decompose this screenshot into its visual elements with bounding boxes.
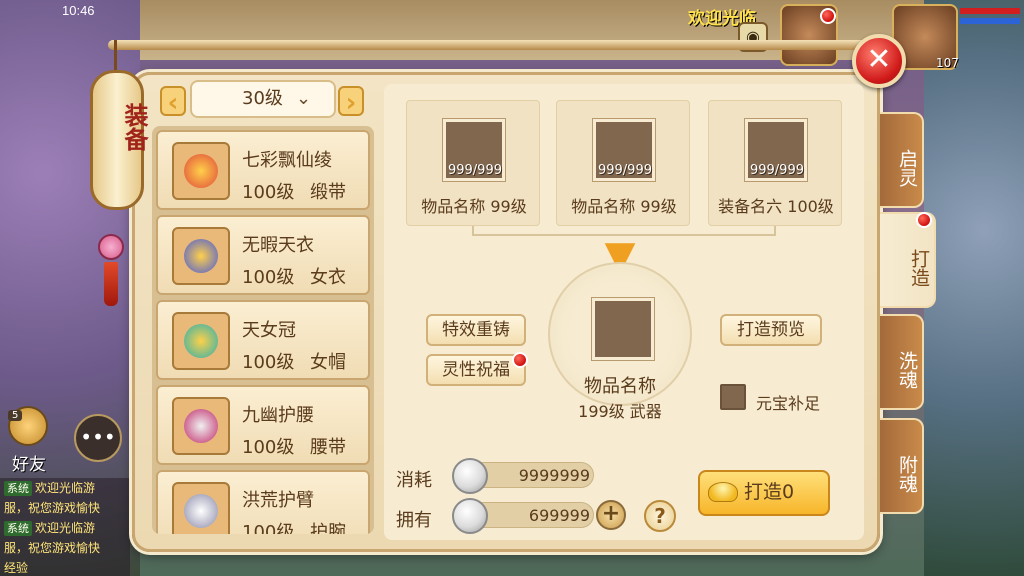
result-subtitle: 199级 武器 [578, 402, 662, 421]
equipment-icon [172, 142, 230, 200]
item-name: 洪荒护臂 [242, 490, 314, 511]
item-level: 100级 [242, 182, 295, 203]
item-type: 护腕 [310, 522, 346, 534]
friends-count: 5 [8, 410, 23, 421]
chat-line: 系统 欢迎光临游 [0, 518, 130, 538]
item-level: 100级 [242, 267, 295, 288]
help-button[interactable]: ? [644, 500, 676, 532]
game-scene-right [924, 0, 1024, 576]
equipment-list-item[interactable]: 洪荒护臂 100级 护腕 [156, 470, 370, 534]
chevron-down-icon: ⌄ [296, 88, 312, 109]
panel-title: 装备 [120, 103, 148, 151]
item-level: 100级 [242, 522, 295, 534]
item-type: 缎带 [310, 182, 346, 203]
tassel-knot-icon [98, 234, 124, 260]
chat-line: 服，祝您游戏愉快 [4, 501, 101, 515]
tassel-icon [104, 262, 118, 306]
material-slot[interactable]: 999/999 装备名六 100级 [708, 100, 842, 226]
item-name: 无暇天衣 [242, 235, 314, 256]
silver-coin-icon [452, 458, 488, 494]
consume-value: 9999999 [518, 466, 590, 485]
yuanbao-label: 元宝补足 [756, 394, 821, 413]
equipment-icon [172, 397, 230, 455]
silver-coin-icon [452, 498, 488, 534]
status-time: 10:46 [62, 3, 95, 18]
equipment-list[interactable]: 七彩飘仙绫 100级 缎带 无暇天衣 100级 女衣 天女冠 100级 女帽 九… [152, 126, 374, 534]
equipment-list-item[interactable]: 无暇天衣 100级 女衣 [156, 215, 370, 295]
item-name: 七彩飘仙绫 [242, 150, 332, 171]
item-type: 女帽 [310, 352, 346, 373]
material-count: 999/999 [749, 163, 804, 178]
chat-log[interactable]: 系统 欢迎光临游 服，祝您游戏愉快 系统 欢迎光临游 服，祝您游戏愉快 经验 [0, 478, 130, 576]
result-slot[interactable] [591, 297, 655, 361]
tab-wash-soul[interactable]: 洗魂 [880, 314, 924, 410]
result-name: 物品名称 [584, 376, 656, 397]
notification-dot [820, 8, 836, 24]
material-slot[interactable]: 999/999 物品名称 99级 [556, 100, 690, 226]
consume-label: 消耗 [396, 470, 432, 491]
equipment-list-item[interactable]: 天女冠 100级 女帽 [156, 300, 370, 380]
equipment-icon [172, 227, 230, 285]
lantern-rope [114, 40, 117, 74]
equipment-icon [172, 482, 230, 534]
item-name: 九幽护腰 [242, 405, 314, 426]
item-level: 100级 [242, 437, 295, 458]
equipment-list-item[interactable]: 七彩飘仙绫 100级 缎带 [156, 130, 370, 210]
gold-ingot-icon [708, 482, 738, 502]
material-name: 物品名称 99级 [421, 197, 527, 216]
material-name: 装备名六 100级 [718, 197, 834, 216]
chat-icon[interactable]: ••• [74, 414, 122, 462]
yuanbao-checkbox[interactable] [720, 384, 746, 410]
own-label: 拥有 [396, 510, 432, 531]
panel-top-rod [108, 40, 868, 50]
notification-dot [916, 212, 932, 228]
item-type: 腰带 [310, 437, 346, 458]
chat-line: 经验 [4, 561, 29, 575]
material-count: 999/999 [597, 163, 652, 178]
own-value: 699999 [528, 506, 590, 525]
effect-recast-button[interactable]: 特效重铸 [426, 314, 526, 346]
add-currency-button[interactable]: + [596, 500, 626, 530]
level-select[interactable]: 30级 ⌄ [190, 80, 336, 118]
level-value: 30级 [242, 88, 283, 109]
tab-attach-soul[interactable]: 附魂 [880, 418, 924, 514]
forge-button-label: 打造0 [744, 481, 795, 503]
material-count: 999/999 [447, 163, 502, 178]
forge-preview-button[interactable]: 打造预览 [720, 314, 822, 346]
item-name: 天女冠 [242, 320, 296, 341]
material-name: 物品名称 99级 [571, 197, 677, 216]
lantern: 装备 [90, 70, 148, 210]
level-next-button[interactable]: › [338, 86, 364, 118]
equipment-icon [172, 312, 230, 370]
equipment-list-item[interactable]: 九幽护腰 100级 腰带 [156, 385, 370, 465]
notification-dot [512, 352, 528, 368]
forge-button[interactable]: 打造0 [698, 470, 830, 516]
player-level: 107 [936, 56, 959, 70]
hp-bar [960, 8, 1020, 14]
item-type: 女衣 [310, 267, 346, 288]
chat-line: 系统 欢迎光临游 [0, 478, 130, 498]
close-button[interactable]: ✕ [852, 34, 906, 88]
material-slot[interactable]: 999/999 物品名称 99级 [406, 100, 540, 226]
friends-label[interactable]: 好友 [12, 450, 46, 475]
tab-awaken[interactable]: 启灵 [880, 112, 924, 208]
mp-bar [960, 18, 1020, 24]
level-prev-button[interactable]: ‹ [160, 86, 186, 118]
item-level: 100级 [242, 352, 295, 373]
spirit-bless-button[interactable]: 灵性祝福 [426, 354, 526, 386]
chat-line: 服，祝您游戏愉快 [4, 541, 101, 555]
